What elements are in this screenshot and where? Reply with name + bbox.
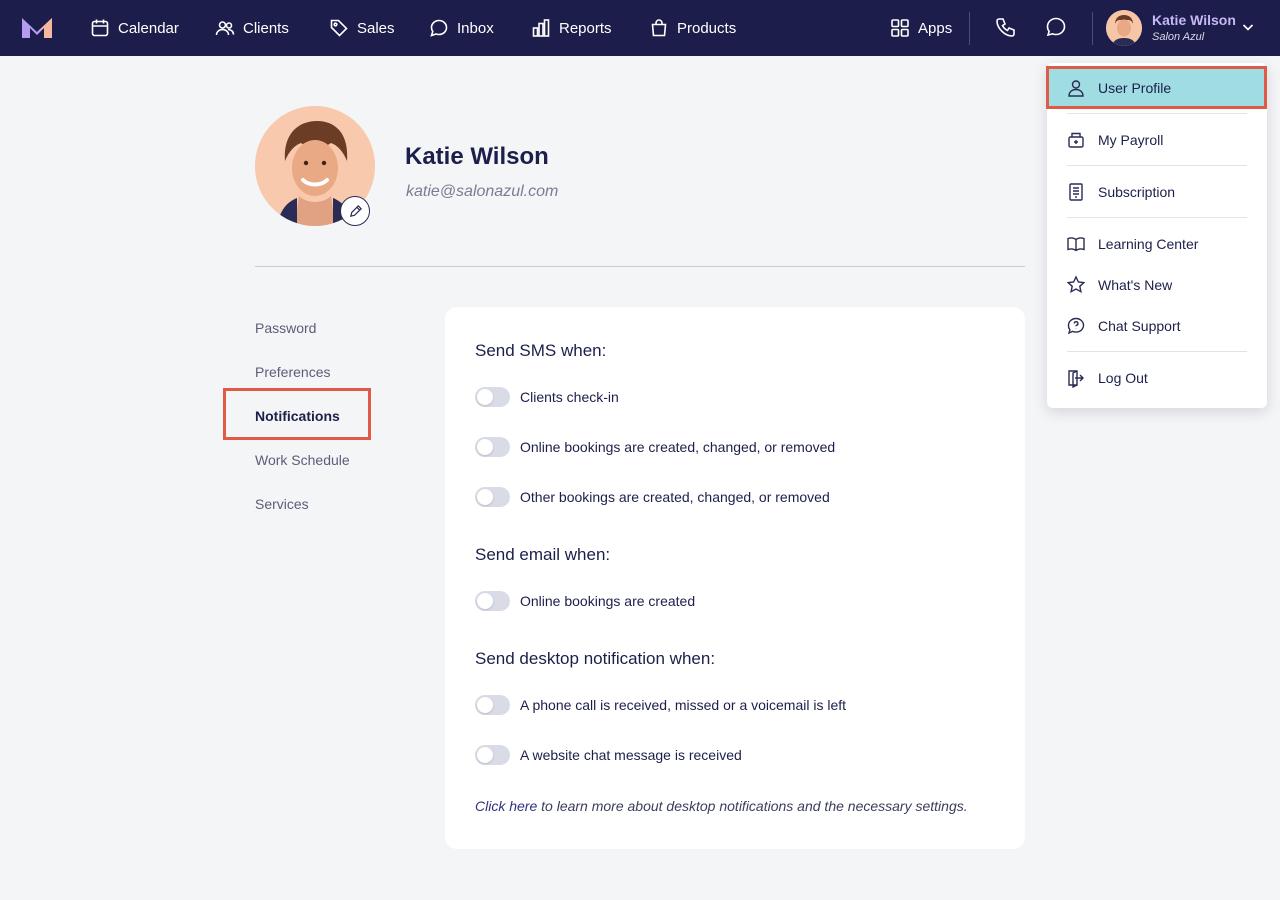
sms-toggle-row: Other bookings are created, changed, or … xyxy=(475,487,830,507)
app-logo[interactable] xyxy=(22,18,52,38)
click-here-link[interactable]: Click here xyxy=(475,798,537,814)
menu-item-chat-support[interactable]: Chat Support xyxy=(1047,306,1267,346)
side-nav-work-schedule[interactable]: Work Schedule xyxy=(255,452,350,468)
email-section-title: Send email when: xyxy=(475,545,611,564)
menu-item-whats-new[interactable]: What's New xyxy=(1047,265,1267,305)
desktop-section-title: Send desktop notification when: xyxy=(475,649,716,668)
user-dropdown-menu: User Profile My Payroll Subscription Lea… xyxy=(1047,63,1267,408)
nav-inbox[interactable]: Inbox xyxy=(429,0,494,56)
menu-item-my-payroll[interactable]: My Payroll xyxy=(1047,120,1267,160)
apps-grid-icon xyxy=(891,19,909,37)
chat-bubble-icon xyxy=(430,19,448,37)
side-nav-preferences[interactable]: Preferences xyxy=(255,364,330,380)
chevron-down-icon[interactable] xyxy=(1241,20,1255,34)
menu-item-label: My Payroll xyxy=(1098,132,1164,148)
toggle-label: A phone call is received, missed or a vo… xyxy=(520,697,847,713)
nav-apps-label: Apps xyxy=(918,19,953,37)
menu-divider xyxy=(1067,165,1247,166)
toggle-switch[interactable] xyxy=(475,591,510,611)
user-org: Salon Azul xyxy=(1152,30,1205,43)
desktop-toggle-row: A website chat message is received xyxy=(475,745,742,765)
shopping-bag-icon xyxy=(651,19,667,37)
toggle-label: A website chat message is received xyxy=(520,747,742,763)
nav-reports[interactable]: Reports xyxy=(531,0,612,56)
nav-sales[interactable]: Sales xyxy=(329,0,395,56)
menu-item-label: Log Out xyxy=(1098,370,1148,386)
toggle-switch[interactable] xyxy=(475,745,510,765)
star-icon xyxy=(1066,275,1086,295)
nav-divider xyxy=(969,12,970,45)
menu-item-subscription[interactable]: Subscription xyxy=(1047,172,1267,212)
nav-products[interactable]: Products xyxy=(649,0,736,56)
toggle-switch[interactable] xyxy=(475,487,510,507)
sms-toggle-row: Clients check-in xyxy=(475,387,619,407)
user-menu-trigger[interactable]: Katie Wilson Salon Azul xyxy=(1106,10,1236,46)
logout-icon xyxy=(1066,368,1086,389)
desktop-notification-footnote: Click here to learn more about desktop n… xyxy=(475,798,968,814)
top-navbar: Calendar Clients Sales Inbox Reports Pro… xyxy=(0,0,1280,56)
email-toggle-row: Online bookings are created xyxy=(475,591,695,611)
menu-item-label: What's New xyxy=(1098,277,1173,293)
nav-inbox-label: Inbox xyxy=(457,19,494,37)
user-name: Katie Wilson xyxy=(1152,12,1236,29)
toggle-switch[interactable] xyxy=(475,695,510,715)
notifications-card: Send SMS when: Clients check-in Online b… xyxy=(445,307,1025,849)
nav-clients-label: Clients xyxy=(243,19,289,37)
toggle-label: Online bookings are created, changed, or… xyxy=(520,439,836,455)
nav-reports-label: Reports xyxy=(559,19,612,37)
menu-item-learning-center[interactable]: Learning Center xyxy=(1047,224,1267,264)
menu-item-label: User Profile xyxy=(1098,80,1172,96)
payroll-icon xyxy=(1066,130,1086,150)
toggle-switch[interactable] xyxy=(475,387,510,407)
menu-item-log-out[interactable]: Log Out xyxy=(1047,358,1267,398)
calendar-icon xyxy=(91,19,109,37)
side-nav-password[interactable]: Password xyxy=(255,320,316,336)
clients-icon xyxy=(215,21,235,36)
menu-item-user-profile[interactable]: User Profile xyxy=(1047,68,1267,108)
side-nav-notifications[interactable]: Notifications xyxy=(255,408,340,424)
help-chat-icon xyxy=(1066,316,1086,336)
nav-calendar-label: Calendar xyxy=(118,19,179,37)
desktop-toggle-row: A phone call is received, missed or a vo… xyxy=(475,695,846,715)
tag-icon xyxy=(330,19,348,37)
menu-divider xyxy=(1067,113,1247,114)
sms-toggle-row: Online bookings are created, changed, or… xyxy=(475,437,835,457)
sms-section-title: Send SMS when: xyxy=(475,341,607,360)
nav-apps[interactable]: Apps xyxy=(890,0,952,56)
phone-button[interactable] xyxy=(995,16,1019,40)
pencil-icon xyxy=(349,204,362,217)
toggle-label: Other bookings are created, changed, or … xyxy=(520,489,830,505)
phone-icon xyxy=(996,18,1015,37)
avatar xyxy=(1106,10,1142,46)
toggle-label: Online bookings are created xyxy=(520,593,696,609)
profile-name: Katie Wilson xyxy=(405,143,549,170)
bar-chart-icon xyxy=(532,19,550,37)
edit-avatar-button[interactable] xyxy=(340,196,370,226)
menu-divider xyxy=(1067,217,1247,218)
menu-item-label: Learning Center xyxy=(1098,236,1199,252)
profile-email: katie@salonazul.com xyxy=(406,183,559,200)
receipt-icon xyxy=(1066,182,1086,202)
footnote-text: to learn more about desktop notification… xyxy=(537,798,968,814)
menu-item-label: Subscription xyxy=(1098,184,1176,200)
nav-clients[interactable]: Clients xyxy=(215,0,289,56)
toggle-label: Clients check-in xyxy=(520,389,619,405)
user-icon xyxy=(1066,78,1086,98)
chat-icon xyxy=(1046,17,1066,37)
nav-products-label: Products xyxy=(677,19,737,37)
nav-divider xyxy=(1092,12,1093,45)
side-nav-services[interactable]: Services xyxy=(255,496,309,512)
menu-item-label: Chat Support xyxy=(1098,318,1181,334)
nav-sales-label: Sales xyxy=(357,19,395,37)
toggle-switch[interactable] xyxy=(475,437,510,457)
nav-calendar[interactable]: Calendar xyxy=(90,0,179,56)
chat-button[interactable] xyxy=(1045,16,1069,40)
menu-divider xyxy=(1067,351,1247,352)
book-icon xyxy=(1066,234,1086,254)
section-divider xyxy=(255,266,1025,267)
